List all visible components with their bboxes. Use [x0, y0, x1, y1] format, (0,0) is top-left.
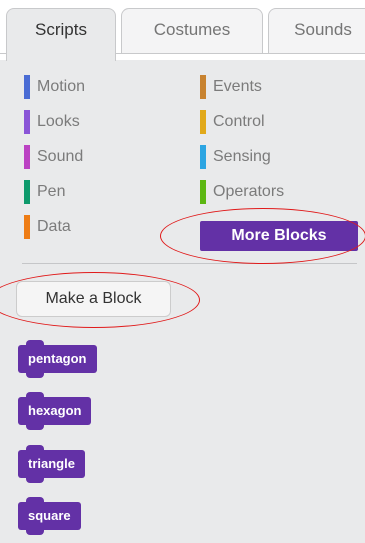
category-control-label: Control	[213, 113, 265, 130]
custom-block-square[interactable]: square	[18, 497, 81, 535]
sensing-color-swatch	[200, 145, 206, 169]
tab-bar: Scripts Costumes Sounds	[0, 0, 365, 61]
looks-color-swatch	[24, 110, 30, 134]
category-pen-label: Pen	[37, 183, 66, 200]
category-motion-label: Motion	[37, 78, 86, 95]
tab-scripts[interactable]: Scripts	[6, 8, 116, 61]
tab-costumes[interactable]: Costumes	[121, 8, 263, 54]
tab-sounds[interactable]: Sounds	[268, 8, 365, 54]
highlight-ellipse-more-blocks	[160, 208, 365, 264]
block-palette: Scripts Costumes Sounds Motion Looks Sou…	[0, 0, 365, 543]
operators-color-swatch	[200, 180, 206, 204]
control-color-swatch	[200, 110, 206, 134]
data-color-swatch	[24, 215, 30, 239]
category-looks-label: Looks	[37, 113, 80, 130]
pen-color-swatch	[24, 180, 30, 204]
category-sound-label: Sound	[37, 148, 84, 165]
category-events-label: Events	[213, 78, 262, 95]
sound-color-swatch	[24, 145, 30, 169]
events-color-swatch	[200, 75, 206, 99]
custom-block-hexagon[interactable]: hexagon	[18, 392, 92, 430]
category-data-label: Data	[37, 218, 71, 235]
category-operators-label: Operators	[213, 183, 285, 200]
highlight-ellipse-make-a-block	[0, 272, 200, 328]
palette-divider	[22, 263, 357, 264]
motion-color-swatch	[24, 75, 30, 99]
category-sensing-label: Sensing	[213, 148, 271, 165]
custom-block-triangle[interactable]: triangle	[18, 445, 85, 483]
custom-block-pentagon[interactable]: pentagon	[18, 340, 97, 378]
